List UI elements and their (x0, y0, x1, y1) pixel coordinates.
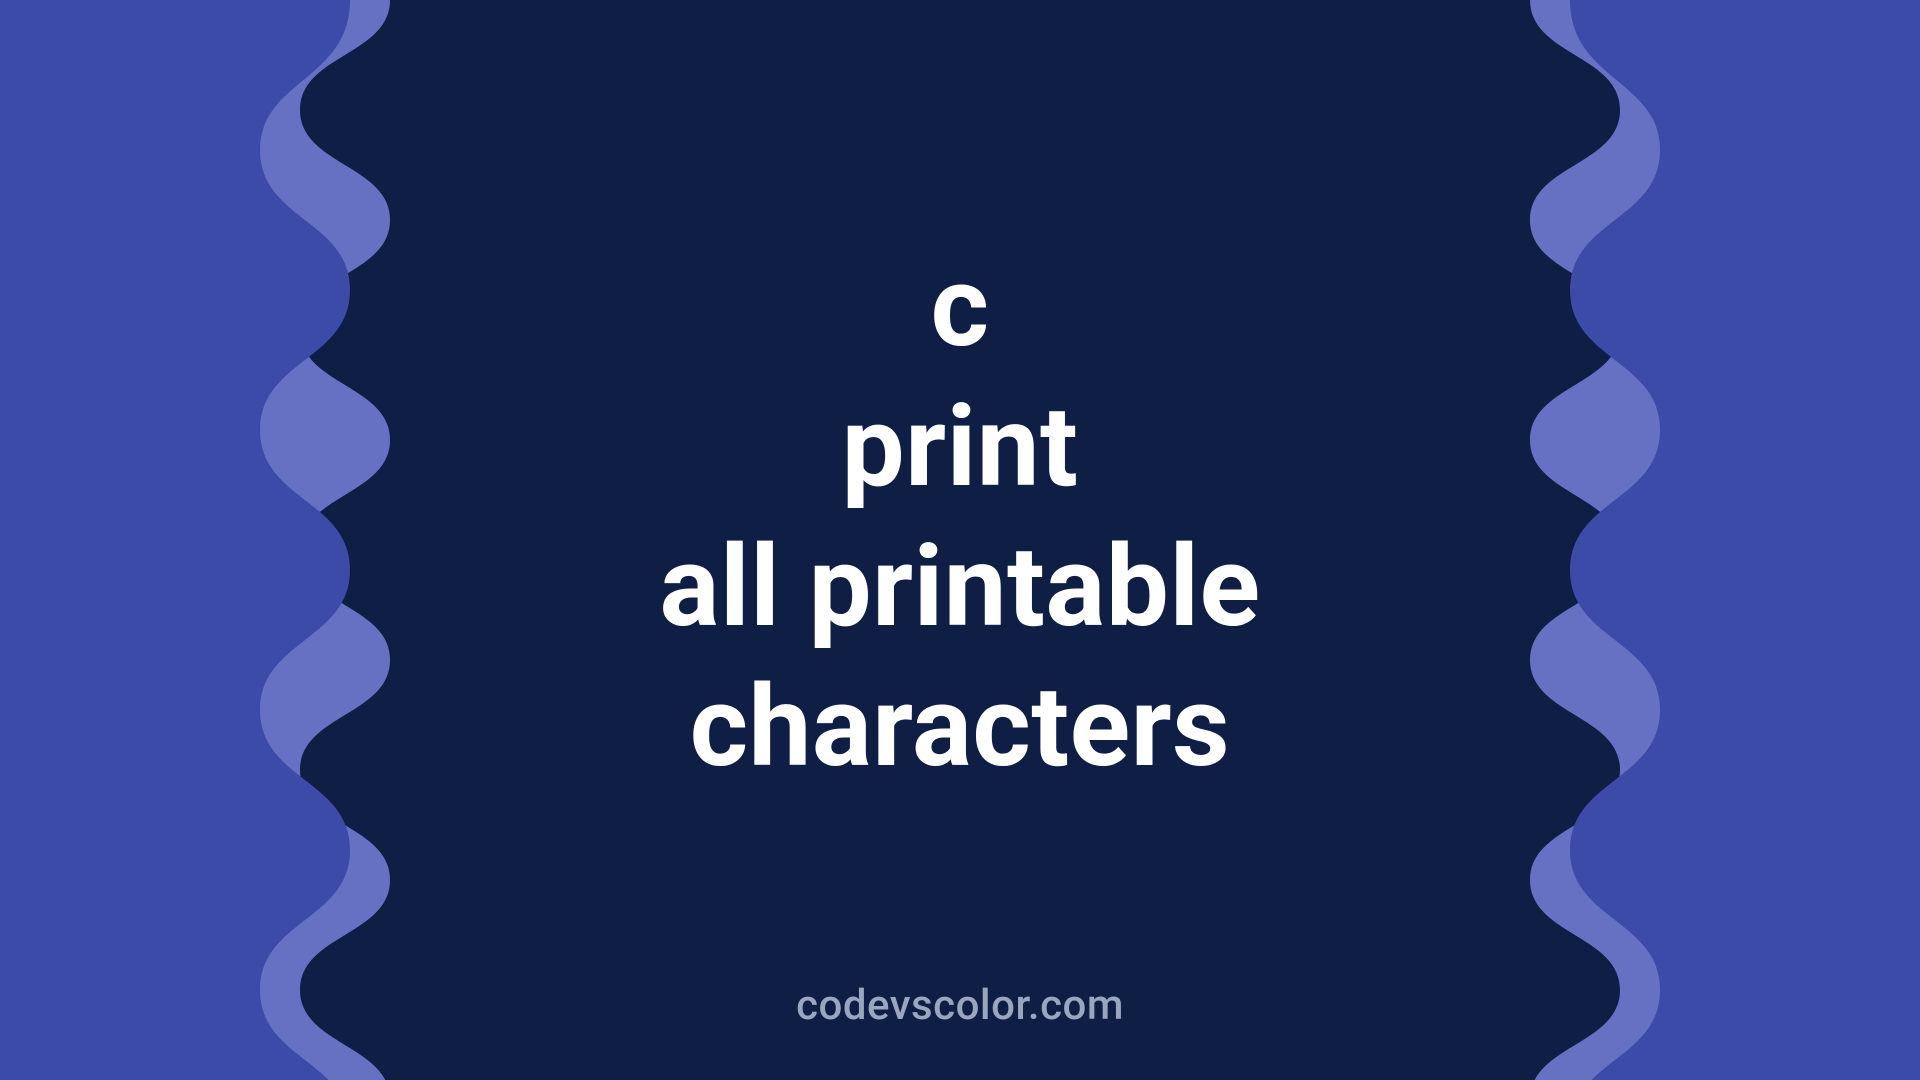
hero-title: c print all printable characters (660, 238, 1261, 798)
right-wave-light (1530, 0, 1920, 1080)
left-panel (0, 0, 480, 1080)
title-line-4: characters (660, 658, 1261, 798)
site-watermark: codevscolor.com (796, 981, 1124, 1030)
title-line-2: print (660, 378, 1261, 518)
left-wave-light (0, 0, 390, 1080)
title-line-3: all printable (660, 518, 1261, 658)
title-line-1: c (660, 238, 1261, 378)
left-wave-dark (0, 0, 350, 1080)
right-wave-dark (1570, 0, 1920, 1080)
right-panel (1440, 0, 1920, 1080)
